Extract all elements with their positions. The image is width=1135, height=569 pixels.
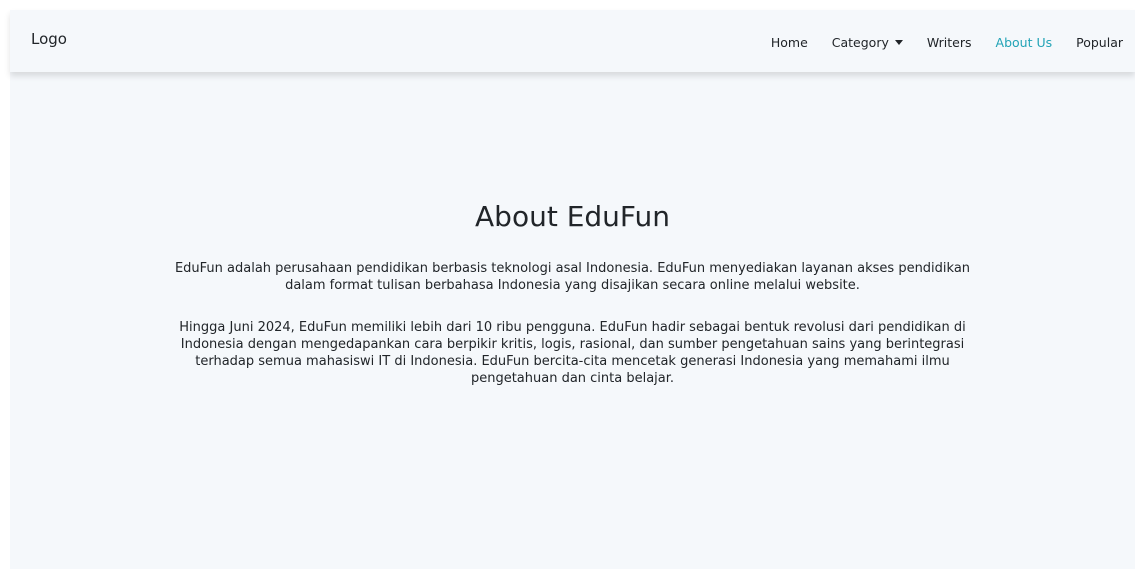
about-paragraph-1: EduFun adalah perusahaan pendidikan berb… bbox=[174, 261, 971, 293]
nav-menu: Home Category Writers About Us Popular bbox=[747, 10, 1123, 72]
nav-item-home: Home bbox=[771, 32, 808, 51]
nav-link-about-us[interactable]: About Us bbox=[996, 35, 1053, 50]
nav-item-about-us: About Us bbox=[996, 32, 1053, 51]
about-paragraph-2: Hingga Juni 2024, EduFun memiliki lebih … bbox=[179, 320, 966, 386]
page-title: About EduFun bbox=[475, 200, 670, 233]
nav-link-category-dropdown[interactable]: Category bbox=[832, 35, 903, 50]
page-frame: Logo Home Category Writers About Us Popu… bbox=[10, 10, 1135, 569]
nav-link-category-label: Category bbox=[831, 34, 889, 50]
nav-item-writers: Writers bbox=[927, 32, 972, 51]
about-section: About EduFun EduFun adalah perusahaan pe… bbox=[10, 72, 1135, 569]
nav-link-home[interactable]: Home bbox=[771, 35, 808, 50]
caret-down-icon bbox=[894, 39, 903, 45]
nav-link-popular[interactable]: Popular bbox=[1076, 35, 1123, 50]
nav-item-popular: Popular bbox=[1076, 32, 1123, 51]
nav-item-category: Category bbox=[832, 32, 903, 51]
logo-link[interactable]: Logo bbox=[31, 30, 67, 48]
navbar: Logo Home Category Writers About Us Popu… bbox=[10, 10, 1135, 72]
nav-link-writers[interactable]: Writers bbox=[927, 35, 972, 50]
